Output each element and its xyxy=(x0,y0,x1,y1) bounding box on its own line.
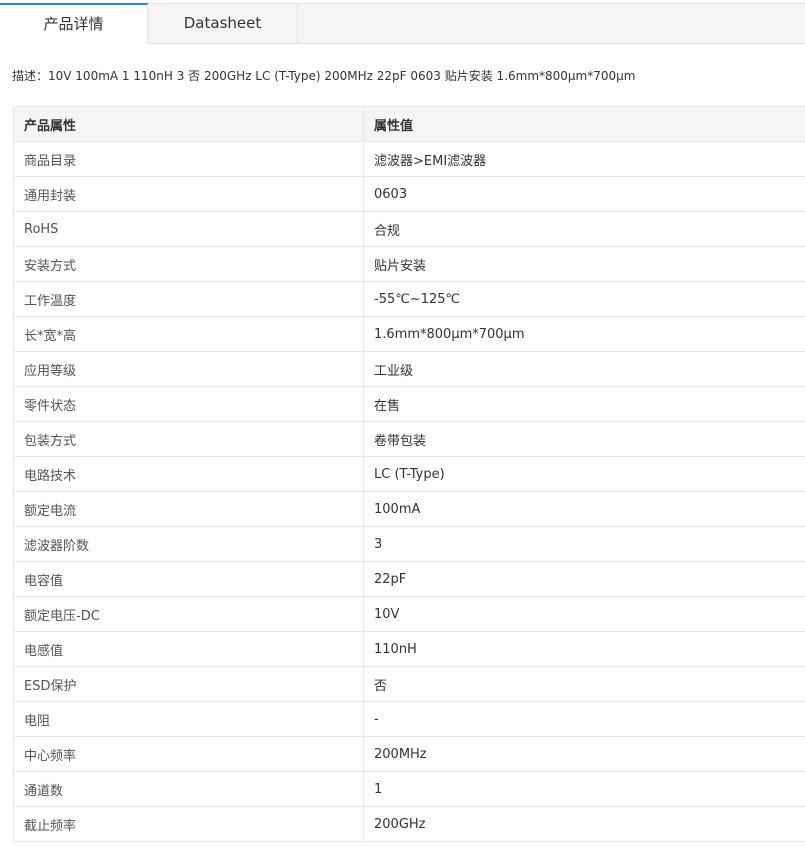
table-row: ESD保护 否 xyxy=(13,666,805,702)
header-value: 属性值 xyxy=(363,106,805,142)
table-row: 包装方式 卷带包装 xyxy=(13,421,805,457)
row-value: 卷带包装 xyxy=(363,421,805,457)
row-attribute: 通道数 xyxy=(13,771,364,807)
row-value: 100mA xyxy=(363,491,805,527)
row-value: 1.6mm*800μm*700μm xyxy=(363,316,805,352)
row-value: 22pF xyxy=(363,561,805,597)
table-row: 应用等级 工业级 xyxy=(13,351,805,387)
tab-bar: 产品详情 Datasheet xyxy=(0,0,805,44)
row-value: 110nH xyxy=(363,631,805,667)
row-attribute: 电阻 xyxy=(13,701,364,737)
spec-table-header: 产品属性 属性值 xyxy=(13,106,805,142)
spec-table: 产品属性 属性值 商品目录 滤波器>EMI滤波器 通用封装 0603 RoHS … xyxy=(13,106,805,842)
row-value: 否 xyxy=(363,666,805,702)
row-value: LC (T-Type) xyxy=(363,456,805,492)
row-value: 1 xyxy=(363,771,805,807)
table-row: 电容值 22pF xyxy=(13,561,805,597)
row-attribute: 零件状态 xyxy=(13,386,364,422)
row-attribute: 商品目录 xyxy=(13,141,364,177)
tab-datasheet[interactable]: Datasheet xyxy=(148,3,298,43)
table-row: 长*宽*高 1.6mm*800μm*700μm xyxy=(13,316,805,352)
row-attribute: 额定电流 xyxy=(13,491,364,527)
row-attribute: 截止频率 xyxy=(13,806,364,842)
table-row: 工作温度 -55℃~125℃ xyxy=(13,281,805,317)
row-attribute: 工作温度 xyxy=(13,281,364,317)
row-value: - xyxy=(363,701,805,737)
row-attribute: 滤波器阶数 xyxy=(13,526,364,562)
row-value: 合规 xyxy=(363,211,805,247)
row-attribute: 电容值 xyxy=(13,561,364,597)
row-attribute: 长*宽*高 xyxy=(13,316,364,352)
product-description: 描述：10V 100mA 1 110nH 3 否 200GHz LC (T-Ty… xyxy=(12,69,636,83)
row-attribute: 安装方式 xyxy=(13,246,364,282)
row-value: 3 xyxy=(363,526,805,562)
row-attribute: 应用等级 xyxy=(13,351,364,387)
table-row: 额定电流 100mA xyxy=(13,491,805,527)
row-attribute: 电感值 xyxy=(13,631,364,667)
table-row: 截止频率 200GHz xyxy=(13,806,805,842)
row-attribute: ESD保护 xyxy=(13,666,364,702)
table-row: 通道数 1 xyxy=(13,771,805,807)
row-value: 200GHz xyxy=(363,806,805,842)
table-row: 电阻 - xyxy=(13,701,805,737)
table-row: 中心频率 200MHz xyxy=(13,736,805,772)
row-value: 在售 xyxy=(363,386,805,422)
table-row: 通用封装 0603 xyxy=(13,176,805,212)
row-value: -55℃~125℃ xyxy=(363,281,805,317)
table-row: 安装方式 贴片安装 xyxy=(13,246,805,282)
row-attribute: RoHS xyxy=(13,211,364,247)
table-row: 商品目录 滤波器>EMI滤波器 xyxy=(13,141,805,177)
row-attribute: 通用封装 xyxy=(13,176,364,212)
row-attribute: 包装方式 xyxy=(13,421,364,457)
row-value: 200MHz xyxy=(363,736,805,772)
row-value: 滤波器>EMI滤波器 xyxy=(363,141,805,177)
tab-product-details[interactable]: 产品详情 xyxy=(0,3,148,44)
table-row: 电路技术 LC (T-Type) xyxy=(13,456,805,492)
table-row: 零件状态 在售 xyxy=(13,386,805,422)
row-value: 工业级 xyxy=(363,351,805,387)
table-row: RoHS 合规 xyxy=(13,211,805,247)
table-row: 额定电压-DC 10V xyxy=(13,596,805,632)
header-attribute: 产品属性 xyxy=(13,106,364,142)
row-value: 10V xyxy=(363,596,805,632)
table-row: 滤波器阶数 3 xyxy=(13,526,805,562)
row-value: 0603 xyxy=(363,176,805,212)
tab-bar-filler xyxy=(298,3,805,43)
row-attribute: 中心频率 xyxy=(13,736,364,772)
table-row: 电感值 110nH xyxy=(13,631,805,667)
row-attribute: 额定电压-DC xyxy=(13,596,364,632)
row-value: 贴片安装 xyxy=(363,246,805,282)
row-attribute: 电路技术 xyxy=(13,456,364,492)
